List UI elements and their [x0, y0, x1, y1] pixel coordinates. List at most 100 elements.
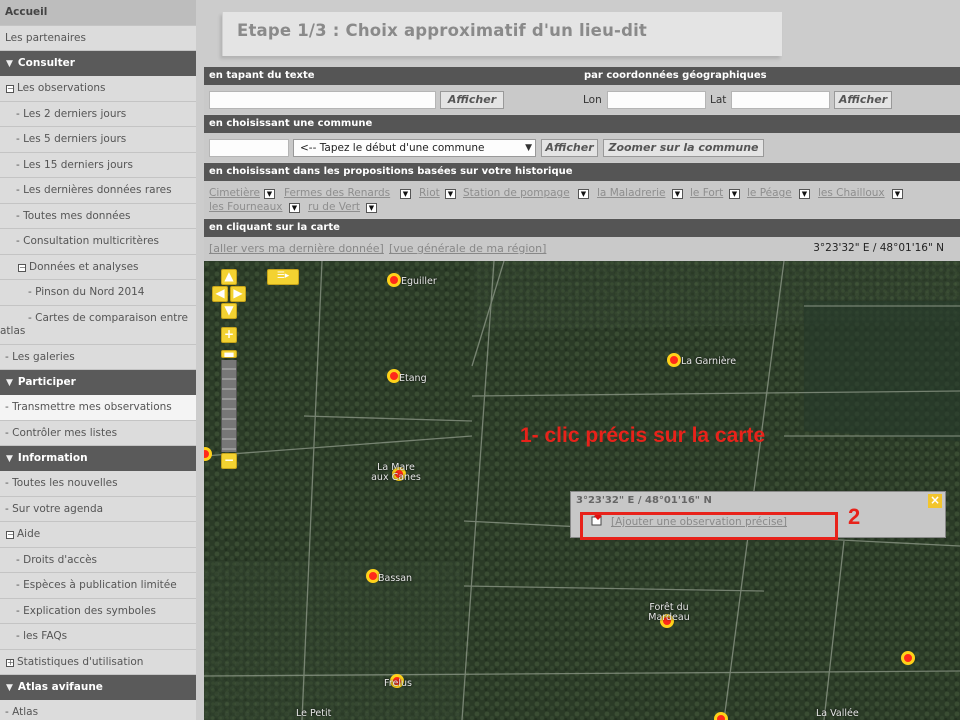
nav-agenda[interactable]: - Sur votre agenda: [0, 497, 196, 522]
map-label: La Vallée: [816, 708, 859, 719]
history-item[interactable]: le Fort: [690, 187, 723, 199]
dropdown-icon[interactable]: ▼: [264, 189, 275, 199]
dropdown-icon[interactable]: ▼: [578, 189, 589, 199]
triangle-down-icon: ▼: [6, 683, 13, 693]
history-item[interactable]: ru de Vert: [308, 201, 360, 213]
nav-symboles[interactable]: - Explication des symboles: [0, 599, 196, 624]
commune-zoom-button[interactable]: Zoomer sur la commune: [603, 139, 764, 157]
lon-input[interactable]: [607, 91, 706, 109]
nav-donnees-rares[interactable]: - Les dernières données rares: [0, 178, 196, 204]
commune-header-bar: en choisissant une commune: [204, 115, 960, 133]
commune-input[interactable]: [209, 139, 289, 157]
search-text-input[interactable]: [209, 91, 436, 109]
coords-button[interactable]: Afficher: [834, 91, 892, 109]
nav-statistiques[interactable]: + Statistiques d'utilisation: [0, 650, 196, 675]
triangle-down-icon: ▼: [6, 59, 13, 69]
page-title: Etape 1/3 : Choix approximatif d'un lieu…: [237, 21, 648, 40]
nav-multicriteres[interactable]: - Consultation multicritères: [0, 229, 196, 255]
dropdown-icon[interactable]: ▼: [672, 189, 683, 199]
pan-right-button[interactable]: ▶: [230, 286, 246, 302]
section-atlas[interactable]: ▼ Atlas avifaune: [0, 675, 196, 700]
zoom-in-button[interactable]: +: [221, 327, 237, 343]
nav-aide[interactable]: − Aide: [0, 522, 196, 548]
pan-left-button[interactable]: ◀: [212, 286, 228, 302]
lat-input[interactable]: [731, 91, 830, 109]
map-label: Eguiller: [401, 276, 437, 287]
history-item[interactable]: Riot: [419, 187, 440, 199]
history-item[interactable]: Station de pompage: [463, 187, 570, 199]
nav-galeries[interactable]: - Les galeries: [0, 345, 196, 370]
search-text-header: en tapant du texte: [209, 70, 315, 81]
map-label: Bassan: [378, 573, 413, 584]
map-label: Frelus: [384, 678, 412, 689]
commune-show-button[interactable]: Afficher: [541, 139, 598, 157]
nav-donnees-analyses[interactable]: − Données et analyses: [0, 255, 196, 280]
history-item[interactable]: Cimetière: [209, 187, 260, 199]
section-information[interactable]: ▼ Information: [0, 446, 196, 471]
map-marker[interactable]: [387, 273, 401, 287]
nav-observations[interactable]: − Les observations: [0, 76, 196, 102]
search-text-button[interactable]: Afficher: [440, 91, 504, 109]
plus-icon[interactable]: +: [6, 658, 14, 667]
zoom-slider-handle[interactable]: ▬: [221, 348, 237, 360]
nav-accueil[interactable]: Accueil: [0, 0, 196, 26]
nav-nouvelles[interactable]: - Toutes les nouvelles: [0, 471, 196, 497]
lon-label: Lon: [583, 94, 602, 106]
nav-droits[interactable]: - Droits d'accès: [0, 548, 196, 573]
commune-select[interactable]: <-- Tapez le début d'une commune ▼: [293, 139, 536, 157]
history-item[interactable]: Fermes des Renards: [284, 187, 390, 199]
satellite-map[interactable]: Eguiller La Garnière Etang La Mare aux C…: [204, 261, 960, 720]
nav-toutes-mes-donnees[interactable]: - Toutes mes données: [0, 204, 196, 229]
chevron-down-icon: ▼: [525, 143, 532, 153]
nav-especes-limitees[interactable]: - Espèces à publication limitée: [0, 573, 196, 599]
zoom-slider-rail[interactable]: [221, 360, 237, 452]
commune-row: <-- Tapez le début d'une commune ▼ Affich…: [204, 133, 960, 162]
search-row: Afficher Lon Lat Afficher: [204, 85, 960, 114]
map-label: La Mare aux Canes: [371, 462, 421, 483]
nav-controler[interactable]: - Contrôler mes listes: [0, 421, 196, 446]
nav-transmettre[interactable]: - Transmettre mes observations: [0, 395, 196, 421]
region-view-link[interactable]: [vue générale de ma région]: [389, 242, 546, 255]
dropdown-icon[interactable]: ▼: [289, 203, 300, 213]
nav-5-jours[interactable]: - Les 5 derniers jours: [0, 127, 196, 153]
history-item[interactable]: le Péage: [747, 187, 792, 199]
map-marker[interactable]: [901, 651, 915, 665]
close-icon[interactable]: ×: [928, 494, 942, 508]
last-data-link[interactable]: [aller vers ma dernière donnée]: [209, 242, 384, 255]
dropdown-icon[interactable]: ▼: [892, 189, 903, 199]
minus-icon[interactable]: −: [6, 531, 14, 539]
layer-switcher-icon[interactable]: ☰▸: [267, 269, 299, 285]
pan-down-button[interactable]: ▼: [221, 303, 237, 319]
nav-atlas[interactable]: - Atlas: [0, 700, 196, 720]
map-label: Forêt du Mardeau: [648, 602, 690, 623]
annotation-step-2: 2: [848, 504, 861, 529]
map-marker[interactable]: [667, 353, 681, 367]
dropdown-icon[interactable]: ▼: [445, 189, 456, 199]
section-participer[interactable]: ▼ Participer: [0, 370, 196, 395]
nav-2-jours[interactable]: - Les 2 derniers jours: [0, 102, 196, 127]
title-box: Etape 1/3 : Choix approximatif d'un lieu…: [222, 12, 782, 56]
lat-label: Lat: [710, 94, 727, 106]
map-marker[interactable]: [714, 712, 728, 720]
minus-icon[interactable]: −: [18, 263, 26, 272]
history-row: Cimetière ▼ Fermes des Renards ▼ Riot ▼ …: [204, 181, 960, 218]
dropdown-icon[interactable]: ▼: [400, 189, 411, 199]
history-item[interactable]: la Maladrerie: [597, 187, 665, 199]
nav-pinson[interactable]: - Pinson du Nord 2014: [0, 280, 196, 306]
dropdown-icon[interactable]: ▼: [366, 203, 377, 213]
history-item[interactable]: les Fourneaux: [209, 201, 282, 213]
triangle-down-icon: ▼: [6, 378, 13, 388]
nav-15-jours[interactable]: - Les 15 derniers jours: [0, 153, 196, 178]
dropdown-icon[interactable]: ▼: [729, 189, 740, 199]
nav-partenaires[interactable]: Les partenaires: [0, 26, 196, 51]
nav-faqs[interactable]: - les FAQs: [0, 624, 196, 650]
section-consulter[interactable]: ▼ Consulter: [0, 51, 196, 76]
dropdown-icon[interactable]: ▼: [799, 189, 810, 199]
map-links-row: [aller vers ma dernière donnée] [vue gén…: [204, 237, 960, 261]
history-item[interactable]: les Chailloux: [818, 187, 885, 199]
zoom-out-button[interactable]: −: [221, 453, 237, 469]
pan-up-button[interactable]: ▲: [221, 269, 237, 285]
nav-cartes-comparaison[interactable]: - Cartes de comparaison entre atlas: [0, 306, 196, 345]
minus-icon[interactable]: −: [6, 85, 14, 93]
main-content: Etape 1/3 : Choix approximatif d'un lieu…: [196, 0, 960, 720]
